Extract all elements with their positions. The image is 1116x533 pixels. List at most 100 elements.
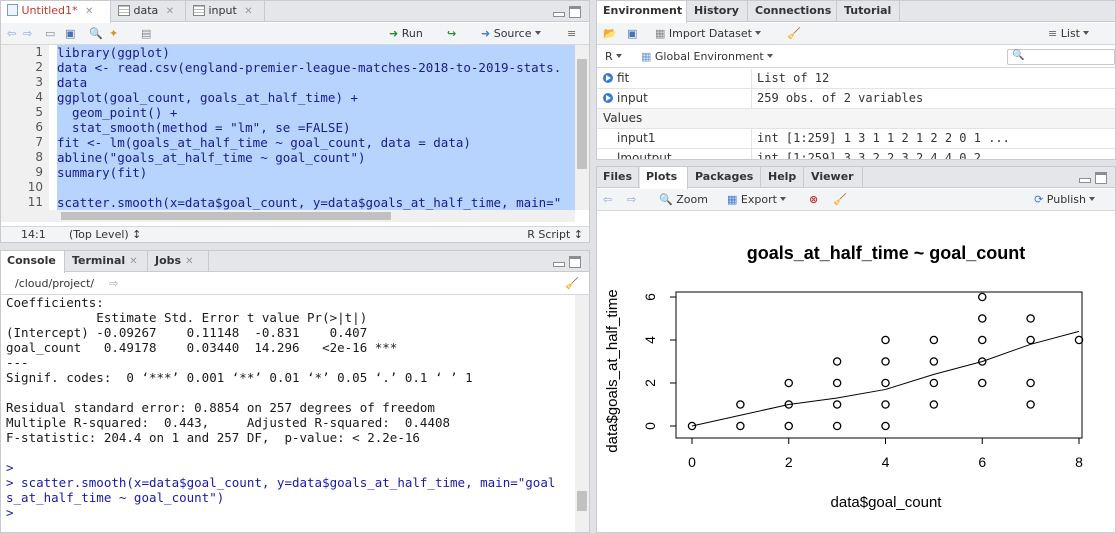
back-arrow-icon[interactable]: ⇦ — [7, 26, 16, 42]
outline-icon[interactable]: ≡ — [567, 26, 576, 42]
tab-files[interactable]: Files — [597, 167, 639, 188]
previous-plot-icon[interactable]: ⇦ — [603, 192, 612, 208]
tab-label: Untitled1* — [21, 4, 78, 17]
show-in-window-icon[interactable]: ▭ — [45, 26, 55, 42]
line-number: 6 — [35, 120, 43, 134]
tab-help[interactable]: Help — [762, 167, 804, 188]
magic-wand-icon[interactable]: ✦ — [109, 26, 118, 42]
code-line[interactable]: summary(fit) — [57, 165, 575, 180]
code-area[interactable]: library(ggplot) data <- read.csv(england-… — [57, 45, 575, 210]
code-line[interactable]: scatter.smooth(x=data$goal_count, y=data… — [57, 195, 575, 210]
editor-window-controls[interactable] — [553, 6, 583, 18]
code-line[interactable]: ggplot(goal_count, goals_at_half_time) + — [57, 90, 575, 105]
scope-selector[interactable]: (Top Level) ↕ — [69, 227, 141, 242]
close-icon[interactable]: ✕ — [185, 256, 193, 267]
x-tick-label: 8 — [1075, 454, 1083, 470]
tab-plots[interactable]: Plots — [640, 167, 688, 189]
export-button[interactable]: ▦ Export — [727, 192, 786, 208]
clear-plots-broom-icon[interactable]: 🧹 — [833, 192, 847, 208]
code-line[interactable]: data — [57, 75, 575, 90]
console-line: Multiple R-squared: 0.443, Adjusted R-sq… — [6, 415, 458, 430]
data-point — [736, 400, 745, 409]
console-line: Coefficients: — [6, 295, 104, 310]
search-icon[interactable]: 🔍 — [89, 26, 103, 42]
console-window-controls[interactable] — [553, 256, 583, 268]
open-folder-icon[interactable]: 📂 — [603, 26, 617, 42]
close-icon[interactable]: ✕ — [85, 6, 93, 17]
forward-arrow-icon[interactable]: ⇨ — [23, 26, 32, 42]
working-directory: /cloud/project/ — [15, 277, 95, 290]
zoom-button[interactable]: 🔍 Zoom — [659, 192, 708, 208]
run-button[interactable]: ➜ Run — [389, 26, 423, 42]
code-line[interactable]: fit <- lm(goals_at_half_time ~ goal_coun… — [57, 135, 575, 150]
plots-pane: Files Plots Packages Help Viewer ⇦ ⇨ 🔍 Z… — [596, 166, 1116, 533]
tab-untitled1[interactable]: Untitled1* ✕ — [1, 1, 111, 23]
line-number: 11 — [27, 195, 43, 209]
line-number: 2 — [35, 60, 43, 74]
tab-connections[interactable]: Connections — [749, 1, 837, 22]
code-line[interactable]: geom_point() + — [57, 105, 575, 120]
expand-arrow-icon[interactable] — [603, 93, 613, 103]
source-button[interactable]: ➜ Source — [481, 26, 541, 42]
line-gutter: 123456789101112 — [1, 45, 49, 224]
data-point — [977, 292, 987, 302]
clear-broom-icon[interactable]: 🧹 — [787, 26, 801, 42]
tab-jobs[interactable]: Jobs ✕ — [149, 251, 209, 272]
environment-search-input[interactable]: 🔍 — [1007, 49, 1115, 65]
code-line[interactable]: abline("goals_at_half_time ~ goal_count"… — [57, 150, 575, 165]
close-icon[interactable]: ✕ — [244, 6, 252, 17]
tab-tutorial[interactable]: Tutorial — [838, 1, 900, 22]
clear-console-icon[interactable]: 🧹 — [565, 276, 579, 292]
editor-hscrollbar[interactable] — [1, 210, 575, 222]
code-line[interactable] — [57, 180, 575, 195]
file-type-selector[interactable]: R Script ↕ — [527, 227, 583, 242]
save-icon[interactable]: ▣ — [627, 26, 637, 42]
tab-console[interactable]: Console — [1, 251, 65, 273]
env-data-row[interactable]: input 259 obs. of 2 variables — [597, 89, 1115, 109]
export-icon: ▦ — [727, 193, 738, 206]
tab-terminal[interactable]: Terminal ✕ — [66, 251, 148, 272]
console-line: goal_count 0.49178 0.03440 14.296 <2e-16… — [6, 340, 398, 355]
data-point — [1026, 400, 1035, 409]
editor-vscrollbar[interactable] — [575, 45, 589, 210]
go-to-directory-icon[interactable]: ⇨ — [109, 276, 118, 292]
remove-plot-icon[interactable]: ⊗ — [809, 192, 818, 208]
publish-button[interactable]: ⟳ Publish — [1034, 192, 1095, 208]
console-output[interactable]: Coefficients: Estimate Std. Error t valu… — [1, 295, 575, 532]
y-axis-label: data$goals_at_half_time — [604, 289, 621, 452]
env-value-row[interactable]: input1 int [1:259] 1 3 1 1 2 1 2 2 0 1 ..… — [597, 129, 1115, 149]
tab-history[interactable]: History — [688, 1, 748, 22]
tab-environment[interactable]: Environment — [597, 1, 687, 23]
plots-window-controls[interactable] — [1079, 172, 1109, 184]
tab-input[interactable]: input ✕ — [187, 1, 265, 22]
view-mode-dropdown[interactable]: ≡ List — [1048, 26, 1089, 42]
tab-viewer[interactable]: Viewer — [805, 167, 863, 188]
code-line[interactable]: stat_smooth(method = "lm", se =FALSE) — [57, 120, 575, 135]
code-line[interactable]: data <- read.csv(england-premier-league-… — [57, 60, 575, 75]
console-line: (Intercept) -0.09267 0.11148 -0.831 0.40… — [6, 325, 398, 340]
import-dataset-button[interactable]: ▦ Import Dataset — [655, 26, 761, 42]
expand-arrow-icon[interactable] — [603, 73, 613, 83]
x-axis-label: data$goal_count — [831, 494, 943, 511]
next-plot-icon[interactable]: ⇨ — [627, 192, 636, 208]
env-value-row[interactable]: lmoutput int [1:259] 3 3 2 2 3 2 4 4 0 2 … — [597, 149, 1115, 159]
close-icon[interactable]: ✕ — [129, 256, 137, 267]
compile-report-icon[interactable]: ▤ — [141, 26, 151, 42]
console-line: Estimate Std. Error t value Pr(>|t|) — [6, 310, 398, 325]
global-environment-dropdown[interactable]: ▦ Global Environment — [641, 49, 773, 65]
tab-packages[interactable]: Packages — [689, 167, 761, 188]
y-tick-label: 0 — [642, 422, 658, 430]
rerun-icon[interactable]: ↪ — [447, 26, 456, 42]
environment-scope-bar: R ▦ Global Environment 🔍 — [597, 46, 1115, 68]
save-icon[interactable]: ▣ — [65, 26, 75, 42]
env-data-row[interactable]: fit List of 12 — [597, 69, 1115, 89]
close-icon[interactable]: ✕ — [166, 6, 174, 17]
console-line: Residual standard error: 0.8854 on 257 d… — [6, 400, 435, 415]
code-line[interactable]: library(ggplot) — [57, 45, 575, 60]
tab-data[interactable]: data ✕ — [112, 1, 186, 22]
language-dropdown[interactable]: R — [605, 49, 622, 65]
code-editor[interactable]: 123456789101112 library(ggplot)data <- r… — [1, 45, 589, 224]
console-vscrollbar[interactable] — [575, 295, 589, 532]
editor-statusbar: 14:1 (Top Level) ↕ R Script ↕ — [1, 226, 589, 242]
